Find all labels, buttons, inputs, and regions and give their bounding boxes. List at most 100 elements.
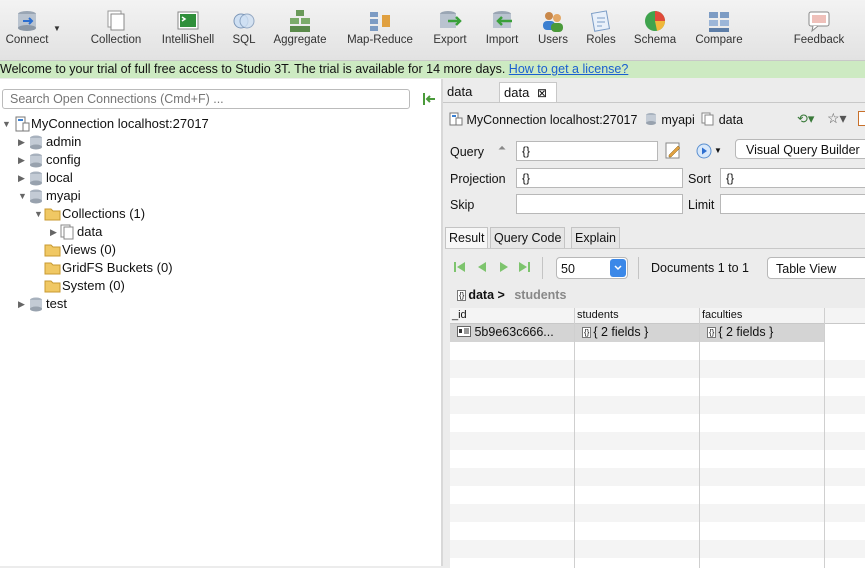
query-label: Query: [450, 145, 485, 159]
last-page-icon[interactable]: [517, 260, 531, 274]
page-size-dropdown-icon[interactable]: [610, 259, 626, 277]
intellishell-icon: [177, 11, 199, 30]
license-link[interactable]: How to get a license?: [509, 62, 629, 76]
connect-button[interactable]: Connect: [2, 0, 52, 60]
path-separator: >: [497, 288, 505, 302]
database-icon: [30, 153, 42, 168]
tab-explain[interactable]: Explain: [571, 227, 620, 249]
documents-count: Documents 1 to 1: [651, 261, 749, 275]
edit-query-icon[interactable]: [665, 142, 682, 159]
map-reduce-icon: [370, 12, 390, 31]
close-tab-icon[interactable]: ⊠: [537, 86, 547, 100]
collection-button[interactable]: Collection: [88, 0, 144, 60]
expand-arrow-icon[interactable]: ▼: [2, 115, 11, 133]
export-button[interactable]: Export: [428, 0, 472, 60]
compare-button[interactable]: Compare: [692, 0, 746, 60]
projection-input[interactable]: {}: [516, 168, 683, 188]
roles-icon: [590, 10, 611, 32]
views-label: Views (0): [62, 242, 116, 257]
expand-arrow-icon[interactable]: ▶: [18, 151, 25, 169]
object-icon: {}: [457, 290, 467, 301]
import-button[interactable]: Import: [482, 0, 522, 60]
sort-label: Sort: [688, 172, 711, 186]
students-cell[interactable]: {}{ 2 fields }: [582, 325, 648, 339]
result-path: {} data > students: [457, 288, 566, 302]
path-root[interactable]: data: [468, 288, 494, 302]
skip-input[interactable]: [516, 194, 683, 214]
limit-label: Limit: [688, 198, 715, 212]
path-child[interactable]: students: [514, 288, 566, 302]
id-cell[interactable]: 5b9e63c666...: [457, 325, 554, 339]
expand-arrow-icon[interactable]: ▼: [18, 187, 27, 205]
limit-input[interactable]: [720, 194, 865, 214]
page-size-select[interactable]: 50: [556, 257, 628, 279]
system-label: System (0): [62, 278, 125, 293]
collection-label: data: [77, 224, 103, 239]
sql-button[interactable]: SQL: [228, 0, 260, 60]
column-header-faculties[interactable]: faculties: [702, 309, 742, 321]
history-icon[interactable]: ⟲▾: [797, 111, 814, 127]
roles-label: Roles: [586, 34, 616, 46]
expand-arrow-icon[interactable]: ▶: [50, 223, 57, 241]
next-page-icon[interactable]: [497, 260, 511, 274]
sql-icon: [233, 13, 255, 29]
schema-icon: [645, 11, 665, 31]
connect-icon: [18, 11, 36, 31]
run-query-icon[interactable]: [696, 143, 712, 159]
bookmark-icon[interactable]: [858, 111, 865, 126]
table-row[interactable]: 5b9e63c666... {}{ 2 fields } {}{ 2 field…: [450, 324, 825, 342]
feedback-button[interactable]: Feedback: [790, 0, 848, 60]
visual-query-builder-button[interactable]: Visual Query Builder: [735, 139, 865, 159]
tab-query-code[interactable]: Query Code: [490, 227, 566, 249]
trial-banner-text: Welcome to your trial of full free acces…: [0, 62, 509, 76]
users-button[interactable]: Users: [533, 0, 573, 60]
run-dropdown-icon[interactable]: ▼: [714, 146, 722, 155]
database-icon: [30, 135, 42, 150]
tab-result[interactable]: Result: [445, 227, 489, 249]
page-size-value: 50: [561, 262, 575, 276]
collapse-panel-icon[interactable]: [420, 90, 438, 108]
breadcrumb-connection: MyConnection localhost:27017: [466, 113, 638, 127]
schema-button[interactable]: Schema: [632, 0, 678, 60]
query-input[interactable]: {}: [516, 141, 658, 161]
breadcrumb: MyConnection localhost:27017 myapi data: [449, 112, 743, 127]
column-header-id[interactable]: _id: [452, 309, 467, 321]
previous-page-icon[interactable]: [475, 260, 489, 274]
expand-arrow-icon[interactable]: ▶: [18, 133, 25, 151]
export-label: Export: [433, 34, 467, 46]
expand-arrow-icon[interactable]: ▼: [34, 205, 43, 223]
intellishell-button[interactable]: IntelliShell: [158, 0, 218, 60]
roles-button[interactable]: Roles: [584, 0, 618, 60]
search-connections-input[interactable]: [2, 89, 410, 109]
collection-panel: data data ⊠ MyConnection localhost:27017…: [443, 79, 865, 568]
object-icon: {}: [582, 327, 592, 338]
tab-data-1[interactable]: data: [443, 82, 476, 102]
connection-tree-panel: ▼ MyConnection localhost:27017 ▶ admin ▶…: [0, 79, 441, 566]
id-value: 5b9e63c666...: [474, 325, 554, 339]
collapse-query-icon[interactable]: ⏶: [498, 143, 506, 154]
view-mode-select[interactable]: Table View: [767, 257, 865, 279]
map-reduce-button[interactable]: Map-Reduce: [344, 0, 416, 60]
sort-input[interactable]: {}: [720, 168, 865, 188]
query-value: {}: [522, 144, 531, 158]
aggregate-button[interactable]: Aggregate: [270, 0, 330, 60]
tab-label: Explain: [575, 231, 616, 245]
first-page-icon[interactable]: [453, 260, 467, 274]
folder-icon: [44, 244, 61, 257]
db-label: config: [46, 152, 81, 167]
connect-dropdown-icon[interactable]: ▼: [53, 24, 61, 33]
tab-data-2[interactable]: data ⊠: [499, 82, 557, 103]
aggregate-label: Aggregate: [273, 34, 327, 46]
expand-arrow-icon[interactable]: ▶: [18, 295, 25, 313]
db-label: admin: [46, 134, 82, 149]
faculties-cell[interactable]: {}{ 2 fields }: [707, 325, 773, 339]
column-header-students[interactable]: students: [577, 309, 619, 321]
tab-label: data: [447, 84, 473, 99]
expand-arrow-icon[interactable]: ▶: [18, 169, 25, 187]
compare-label: Compare: [695, 34, 743, 46]
feedback-label: Feedback: [793, 34, 845, 46]
breadcrumb-database: myapi: [661, 113, 695, 127]
view-mode-value: Table View: [776, 262, 837, 276]
star-icon[interactable]: ☆▾: [827, 110, 847, 127]
connect-label: Connect: [5, 34, 49, 46]
